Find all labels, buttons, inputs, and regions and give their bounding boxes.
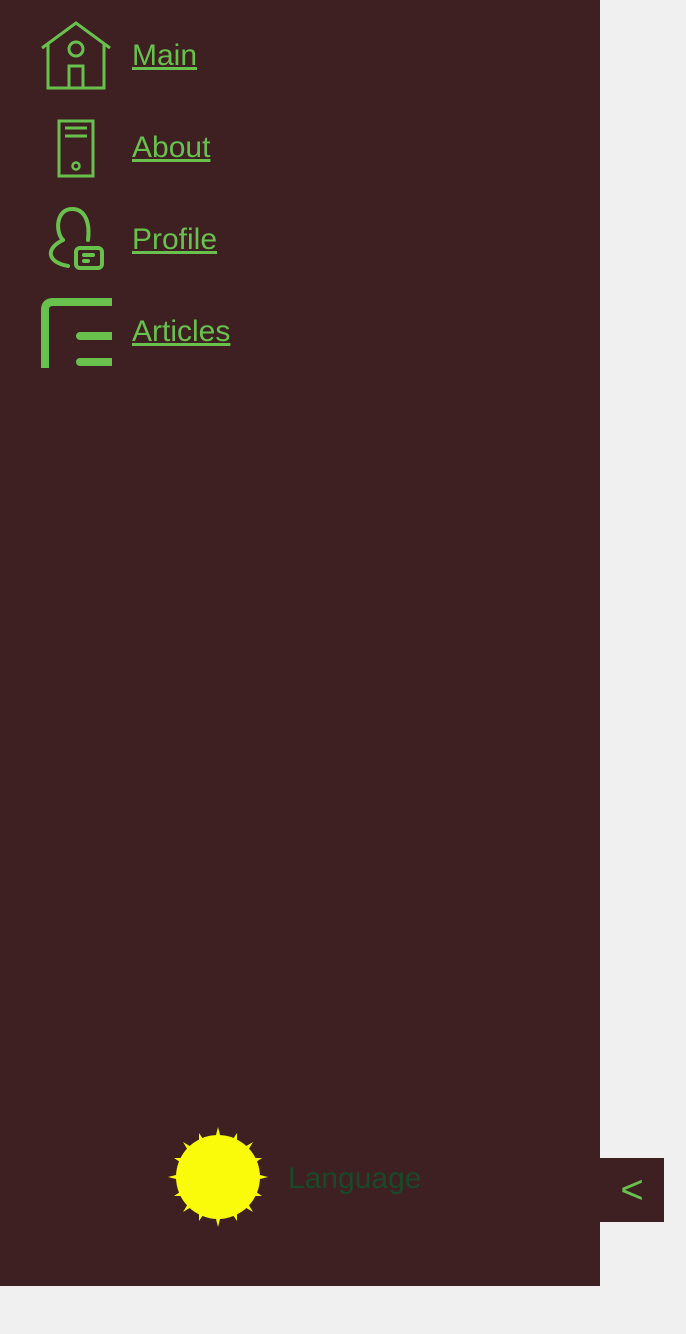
sidebar-footer: Language [166, 1126, 421, 1232]
language-button[interactable]: Language [288, 1162, 421, 1196]
list-icon [40, 296, 112, 368]
sidebar-item-articles[interactable]: Articles [40, 296, 230, 368]
sidebar: Main About Profile Articles Language [0, 0, 600, 1286]
collapse-sidebar-button[interactable]: < [600, 1158, 664, 1222]
sidebar-item-main[interactable]: Main [40, 20, 197, 92]
sidebar-item-label: Main [132, 39, 198, 72]
sidebar-item-about[interactable]: About [40, 112, 210, 184]
sidebar-item-label: Articles [132, 315, 231, 348]
theme-toggle-button[interactable] [166, 1125, 270, 1234]
sun-icon [166, 1125, 270, 1234]
document-icon [40, 112, 112, 184]
sidebar-item-label: About [132, 131, 211, 164]
home-icon [40, 20, 112, 92]
sidebar-item-profile[interactable]: Profile [40, 204, 217, 276]
sidebar-item-label: Profile [132, 223, 218, 256]
user-card-icon [40, 204, 112, 276]
